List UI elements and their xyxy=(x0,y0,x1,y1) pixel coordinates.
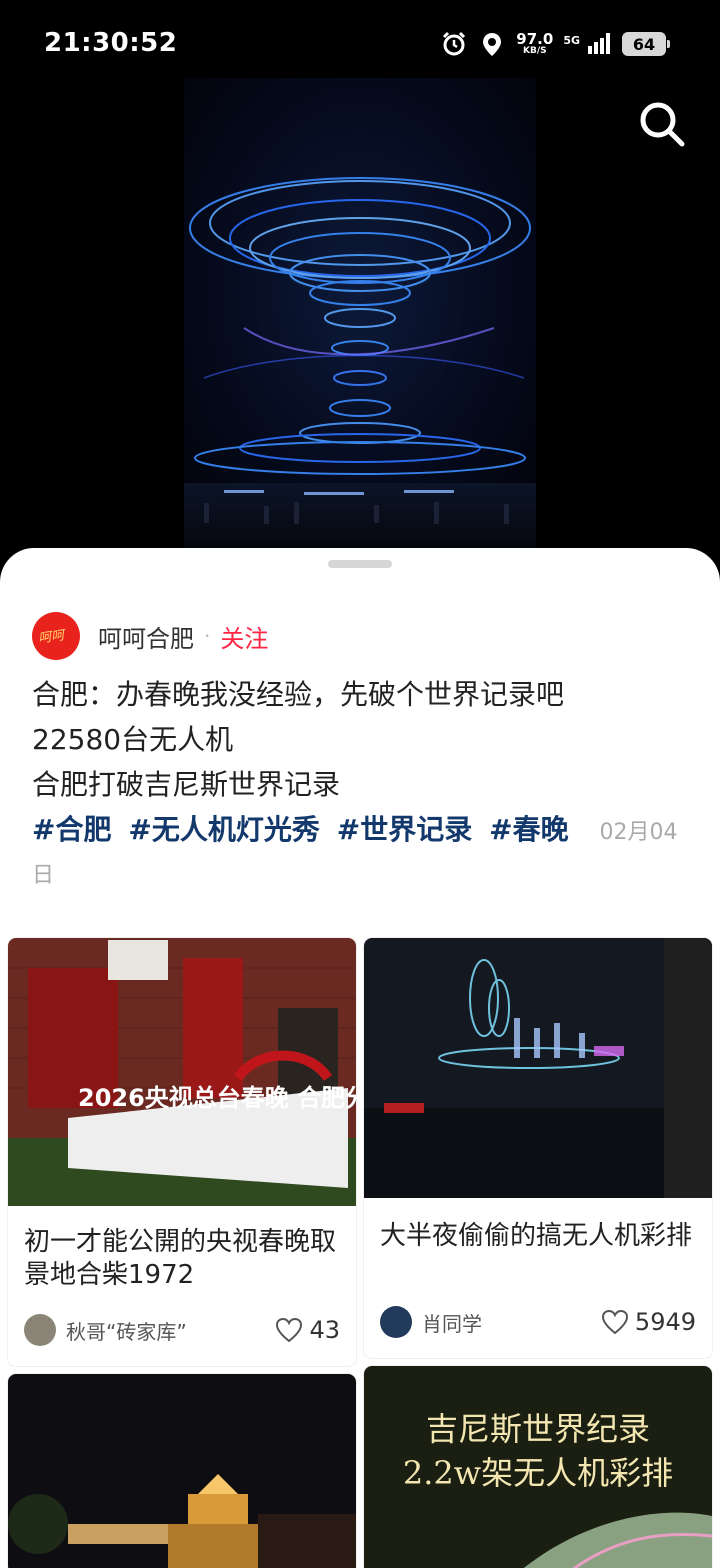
card-meta: 肖同学 5949 xyxy=(380,1306,696,1338)
card-title: 初一才能公開的央视春晚取景地合柴1972 xyxy=(24,1227,337,1290)
hashtag[interactable]: #无人机灯光秀 xyxy=(128,813,319,846)
network-type: 5G xyxy=(563,33,580,47)
feed-card[interactable] xyxy=(8,1374,356,1568)
like-count: 5949 xyxy=(634,1308,696,1336)
author-row: 呵呵 呵呵合肥 · 关注 xyxy=(32,612,268,660)
card-meta: 秋哥“砖家库” 43 xyxy=(24,1314,340,1346)
status-icons: 97.0 KB/S 5G 64 xyxy=(440,30,670,58)
post-line: 合肥打破吉尼斯世界记录 xyxy=(32,768,341,801)
drag-handle[interactable] xyxy=(328,560,392,568)
alarm-icon xyxy=(443,31,466,56)
card-image xyxy=(8,1374,356,1568)
heart-icon xyxy=(276,1317,303,1343)
post-body: 合肥：办春晚我没经验，先破个世界记录吧 22580台无人机 合肥打破吉尼斯世界记… xyxy=(32,672,692,807)
hashtag[interactable]: #世界记录 xyxy=(337,813,472,846)
post-tags: #合肥 #无人机灯光秀 #世界记录 #春晚 02月04日 xyxy=(32,810,692,896)
battery-icon: 64 xyxy=(622,32,670,56)
speed-unit: KB/S xyxy=(523,46,547,56)
search-icon[interactable] xyxy=(636,98,688,150)
separator-dot: · xyxy=(204,624,211,648)
card-image-text: 2026央视总台春晚 合肥分会场取景地 xyxy=(78,1084,356,1112)
card-author-avatar[interactable] xyxy=(380,1306,412,1338)
author-name[interactable]: 呵呵合肥 xyxy=(98,619,194,654)
hashtag[interactable]: #合肥 xyxy=(32,813,111,846)
post-line: 22580台无人机 xyxy=(32,723,234,756)
clock: 21:30:52 xyxy=(44,28,178,58)
hashtag[interactable]: #春晚 xyxy=(489,813,568,846)
drone-show-image xyxy=(184,78,536,550)
post-detail-sheet: 呵呵 呵呵合肥 · 关注 合肥：办春晚我没经验，先破个世界记录吧 22580台无… xyxy=(0,548,720,1568)
card-image-text: 吉尼斯世界纪录 xyxy=(426,1410,650,1448)
like-count: 43 xyxy=(309,1316,340,1344)
card-author[interactable]: 肖同学 xyxy=(422,1308,601,1337)
signal-icon xyxy=(588,33,610,54)
heart-icon xyxy=(601,1309,628,1335)
author-avatar[interactable]: 呵呵 xyxy=(32,612,80,660)
card-image: 吉尼斯世界纪录 2.2w架无人机彩排 xyxy=(364,1366,712,1568)
card-title: 大半夜偷偷的搞无人机彩排 xyxy=(380,1221,693,1251)
card-image-text: 2.2w架无人机彩排 xyxy=(403,1454,673,1492)
feed-card[interactable]: 吉尼斯世界纪录 2.2w架无人机彩排 xyxy=(364,1366,712,1568)
card-image: 2026央视总台春晚 合肥分会场取景地 xyxy=(8,938,356,1206)
like-button[interactable]: 5949 xyxy=(601,1308,696,1336)
card-image xyxy=(364,938,712,1198)
feed-card[interactable]: 2026央视总台春晚 合肥分会场取景地 初一才能公開的央视春晚取景地合柴1972… xyxy=(8,938,356,1366)
card-author[interactable]: 秋哥“砖家库” xyxy=(66,1316,275,1345)
post-line: 合肥：办春晚我没经验，先破个世界记录吧 xyxy=(32,678,565,711)
feed-card[interactable]: 大半夜偷偷的搞无人机彩排 肖同学 5949 xyxy=(364,938,712,1358)
card-author-avatar[interactable] xyxy=(24,1314,56,1346)
location-icon xyxy=(483,33,502,56)
like-button[interactable]: 43 xyxy=(275,1316,340,1344)
post-media[interactable] xyxy=(184,78,536,550)
follow-button[interactable]: 关注 xyxy=(220,619,268,654)
speed-value: 97.0 xyxy=(516,30,554,48)
network-speed: 97.0 KB/S xyxy=(516,32,553,56)
